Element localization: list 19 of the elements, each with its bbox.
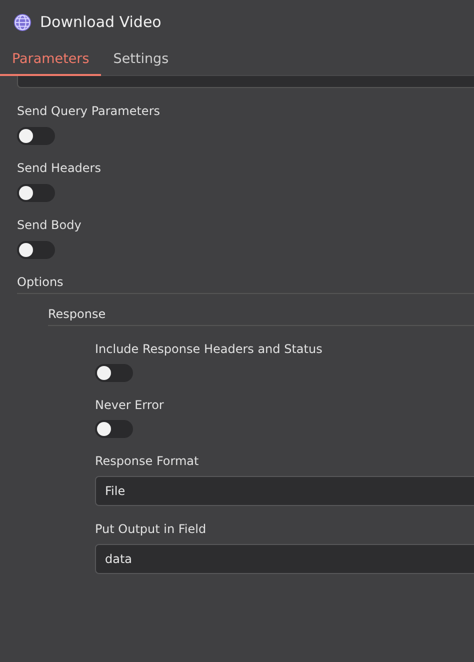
field-label: Response Format — [95, 454, 199, 468]
tab[interactable]: Settings — [101, 44, 181, 76]
field-label: Include Response Headers and Status — [95, 342, 322, 356]
field-label: Send Headers — [17, 161, 101, 175]
field-label: Send Query Parameters — [17, 104, 160, 118]
field-label: Never Error — [95, 398, 164, 412]
input-field[interactable]: data — [95, 544, 474, 574]
field-label: Put Output in Field — [95, 522, 206, 536]
toggle-switch[interactable] — [17, 184, 55, 202]
collection-heading: Response — [48, 307, 107, 323]
globe-icon — [13, 12, 32, 32]
window-title: Download Video — [40, 13, 162, 31]
toggle-switch[interactable] — [95, 364, 133, 382]
select-field[interactable]: File — [95, 476, 474, 506]
toggle-switch[interactable] — [95, 420, 133, 438]
toggle-switch[interactable] — [17, 241, 55, 259]
field-label: Send Body — [17, 218, 82, 232]
toggle-switch[interactable] — [17, 127, 55, 145]
section-heading: Options — [17, 275, 64, 291]
